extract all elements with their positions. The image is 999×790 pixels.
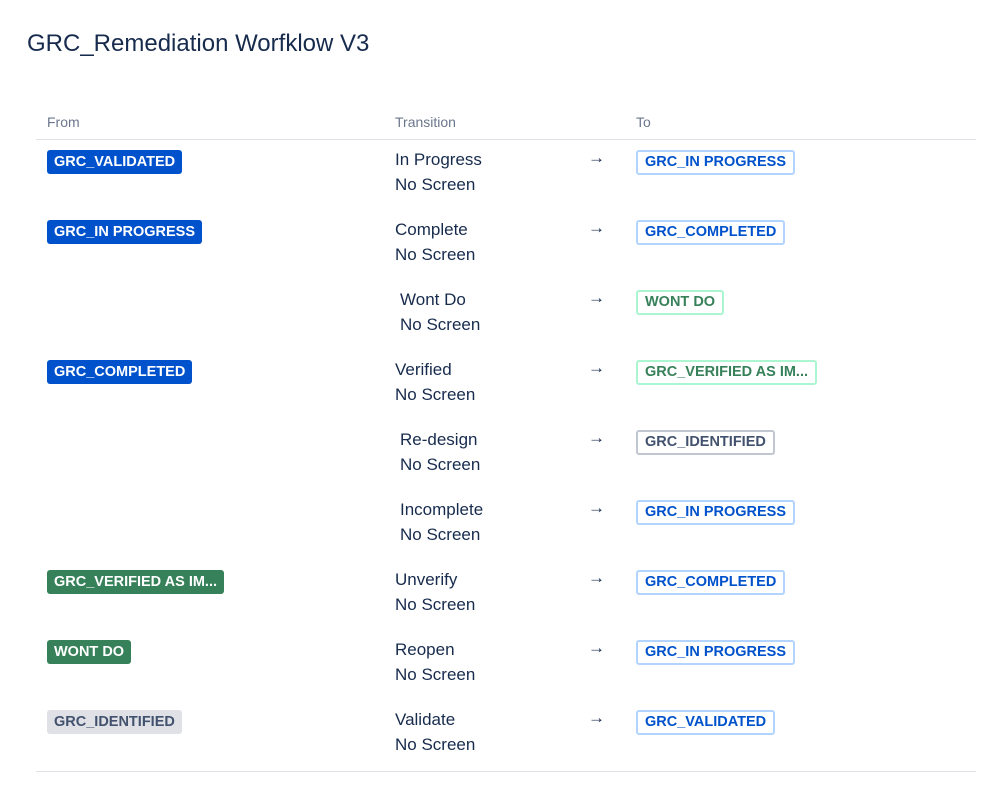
table-row: Re-design No Screen → GRC_IDENTIFIED [0, 428, 999, 500]
column-header-to: To [636, 114, 651, 130]
from-status-lozenge: GRC_COMPLETED [47, 360, 193, 384]
from-status-lozenge: GRC_IDENTIFIED [47, 710, 182, 734]
arrow-right-icon: → [588, 708, 605, 727]
transition-screen: No Screen [400, 455, 481, 474]
from-status-lozenge: GRC_IN PROGRESS [47, 220, 202, 244]
table-row: GRC_IN PROGRESS Complete No Screen → GRC_COM… [0, 218, 999, 290]
to-status-lozenge: GRC_IDENTIFIED [636, 430, 775, 455]
table-row: GRC_VALIDATED In Progress No Screen → GRC_IN… [0, 148, 999, 220]
transition-name: In Progress [395, 150, 482, 169]
transition-screen: No Screen [395, 595, 476, 614]
table-row: GRC_VERIFIED AS IM... Unverify No Screen → G… [0, 568, 999, 640]
to-status-lozenge: GRC_COMPLETED [636, 570, 786, 595]
table-row: GRC_IDENTIFIED Validate No Screen → GRC_VALI… [0, 708, 999, 780]
transition-name: Wont Do [400, 290, 466, 309]
from-status-lozenge: GRC_VALIDATED [47, 150, 183, 174]
transition-screen: No Screen [400, 315, 481, 334]
arrow-right-icon: → [588, 148, 605, 167]
arrow-right-icon: → [588, 358, 605, 377]
transition-screen: No Screen [395, 735, 476, 754]
to-status-lozenge: GRC_COMPLETED [636, 220, 786, 245]
arrow-right-icon: → [588, 428, 605, 447]
transition-name: Unverify [395, 570, 458, 589]
arrow-right-icon: → [588, 218, 605, 237]
to-status-lozenge: GRC_IN PROGRESS [636, 150, 795, 175]
table-row: Wont Do No Screen → WONT DO [0, 288, 999, 360]
to-status-lozenge: GRC_VERIFIED AS IM... [636, 360, 818, 385]
page-title: GRC_Remediation Worfklow V3 [27, 30, 370, 57]
transition-name: Re-design [400, 430, 478, 449]
transition-name: Incomplete [400, 500, 484, 519]
header-divider [36, 139, 976, 140]
transition-name: Complete [395, 220, 468, 239]
transition-screen: No Screen [395, 175, 476, 194]
column-header-from: From [47, 114, 80, 130]
arrow-right-icon: → [588, 638, 605, 657]
arrow-right-icon: → [588, 288, 605, 307]
table-bottom-divider [36, 771, 976, 772]
transition-name: Verified [395, 360, 452, 379]
transition-screen: No Screen [395, 385, 476, 404]
table-row: Incomplete No Screen → GRC_IN PROGRESS [0, 498, 999, 570]
transition-screen: No Screen [395, 245, 476, 264]
transition-screen: No Screen [395, 665, 476, 684]
table-row: WONT DO Reopen No Screen → GRC_IN PROGRESS [0, 638, 999, 710]
transition-screen: No Screen [400, 525, 481, 544]
column-header-transition: Transition [395, 114, 456, 130]
transition-name: Validate [395, 710, 456, 729]
from-status-lozenge: WONT DO [47, 640, 132, 664]
to-status-lozenge: GRC_IN PROGRESS [636, 640, 795, 665]
transition-name: Reopen [395, 640, 455, 659]
arrow-right-icon: → [588, 498, 605, 517]
from-status-lozenge: GRC_VERIFIED AS IM... [47, 570, 225, 594]
table-row: GRC_COMPLETED Verified No Screen → GRC_VERIF… [0, 358, 999, 430]
arrow-right-icon: → [588, 568, 605, 587]
to-status-lozenge: GRC_IN PROGRESS [636, 500, 795, 525]
to-status-lozenge: WONT DO [636, 290, 725, 315]
to-status-lozenge: GRC_VALIDATED [636, 710, 776, 735]
